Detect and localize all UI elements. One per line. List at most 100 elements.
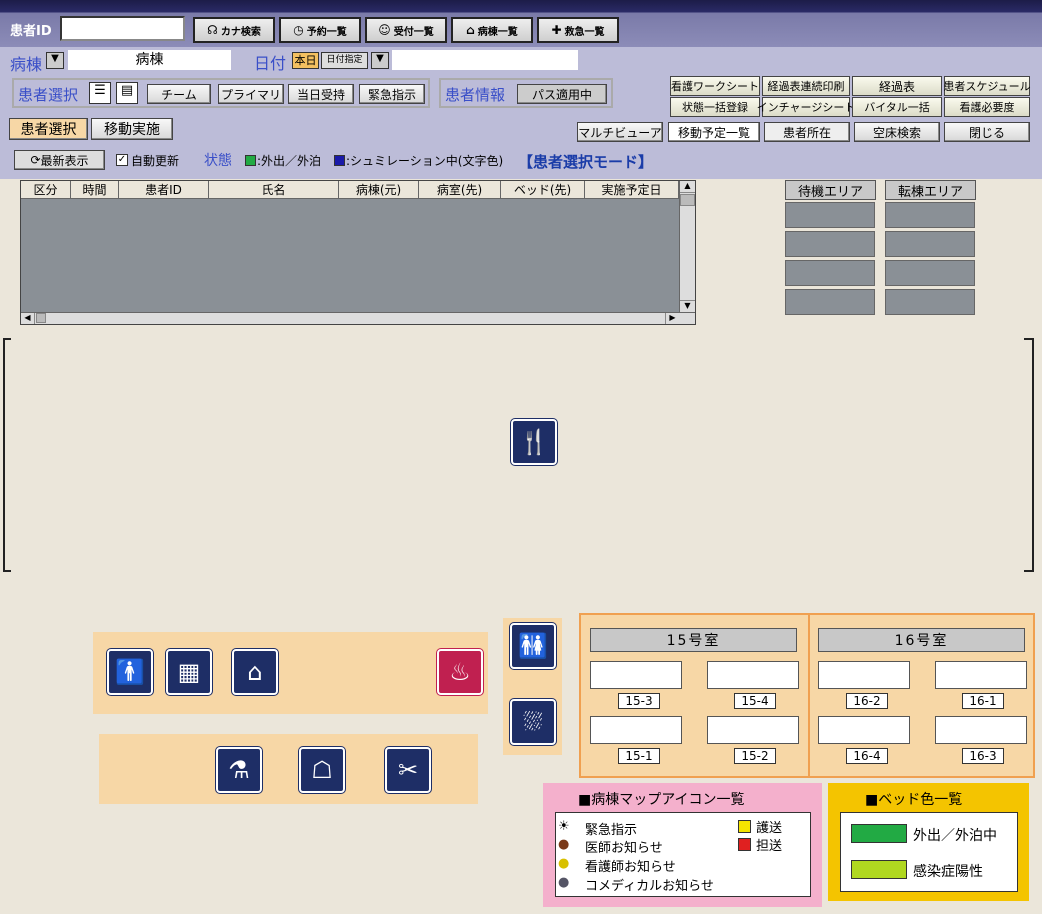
progress-print-button[interactable]: 経過表連続印刷 [762, 76, 850, 96]
scroll-right-icon[interactable]: ▶ [665, 313, 679, 324]
toilet-icon[interactable]: 🚻 [510, 623, 556, 669]
transfer-area-label: 転棟エリア [885, 180, 976, 200]
sim-legend-label: :シュミレーション中(文字色) [346, 154, 504, 168]
bath-icon[interactable]: ♨ [437, 649, 483, 695]
team-button[interactable]: チーム [147, 84, 211, 104]
waiting-slot[interactable] [785, 202, 875, 228]
bed-15-1[interactable] [590, 716, 682, 744]
ambulance-icon: ✚ [551, 23, 562, 37]
pharmacy-icon[interactable]: ⚗ [216, 747, 262, 793]
date-spec-button[interactable]: 日付指定 [321, 52, 368, 69]
bed-16-4[interactable] [818, 716, 910, 744]
reception-list-button[interactable]: ☺ 受付一覧 [365, 17, 447, 43]
reservation-list-button[interactable]: ◷ 予約一覧 [279, 17, 361, 43]
date-label: 日付 [254, 54, 287, 73]
nursing-worksheet-button[interactable]: 看護ワークシート [670, 76, 760, 96]
staff-station-icon[interactable]: ⌂ [232, 649, 278, 695]
vital-bulk-button[interactable]: バイタル一括 [852, 97, 942, 117]
bed-color-item: 感染症陽性 [913, 864, 983, 880]
scroll-up-icon[interactable]: ▲ [680, 181, 695, 193]
path-applied-button[interactable]: パス適用中 [517, 84, 607, 104]
bed-15-3[interactable] [590, 661, 682, 689]
patient-id-input[interactable] [60, 16, 185, 41]
shower-icon[interactable]: ⛆ [510, 699, 556, 745]
mode-move-button[interactable]: 移動実施 [91, 118, 173, 140]
scroll-thumb[interactable] [680, 194, 695, 206]
column-header[interactable]: 病棟(元) [339, 181, 419, 199]
status-bulk-button[interactable]: 状態一括登録 [670, 97, 760, 117]
incharge-sheet-button[interactable]: インチャージシート [757, 97, 855, 117]
ward-dropdown-icon[interactable]: ▼ [46, 52, 64, 69]
list-view-icon[interactable]: ☰ [89, 82, 111, 104]
scroll-left-icon[interactable]: ◀ [21, 313, 35, 324]
bed-16-2[interactable] [818, 661, 910, 689]
column-header[interactable]: ベッド(先) [501, 181, 585, 199]
bed-16-3[interactable] [935, 716, 1027, 744]
auto-update-checkbox[interactable]: ✓ [116, 154, 128, 166]
move-list-table: 区分 時間 患者ID 氏名 病棟(元) 病室(先) ベッド(先) 実施予定日 ▲… [20, 180, 696, 325]
emergency-list-button[interactable]: ✚ 救急一覧 [537, 17, 619, 43]
date-input[interactable] [392, 50, 578, 70]
refresh-button[interactable]: ⟳ 最新表示 [14, 150, 105, 170]
ward-icon: ⌂ [466, 23, 475, 37]
column-header[interactable]: 病室(先) [419, 181, 501, 199]
column-header[interactable]: 区分 [21, 181, 71, 199]
bed-label: 16-4 [846, 748, 888, 764]
consultation-icon[interactable]: ☖ [299, 747, 345, 793]
horizontal-scrollbar[interactable]: ◀ ▶ [21, 312, 695, 324]
patient-select-label: 患者選択 [18, 86, 79, 104]
bed-label: 16-2 [846, 693, 888, 709]
vacant-bed-search-button[interactable]: 空床検索 [854, 122, 940, 142]
treatment-icon[interactable]: ✂ [385, 747, 431, 793]
mode-select-button[interactable]: 患者選択 [9, 118, 88, 140]
same-day-button[interactable]: 当日受持 [288, 84, 354, 104]
legend-item: 担送 [756, 839, 783, 854]
close-button[interactable]: 閉じる [944, 122, 1030, 142]
bed-16-1[interactable] [935, 661, 1027, 689]
transfer-slot[interactable] [885, 260, 975, 286]
column-header[interactable]: 氏名 [209, 181, 339, 199]
transfer-slot[interactable] [885, 289, 975, 315]
bed-label: 15-3 [618, 693, 660, 709]
transfer-slot[interactable] [885, 202, 975, 228]
documents-icon[interactable]: ▦ [166, 649, 212, 695]
waiting-slot[interactable] [785, 289, 875, 315]
multi-viewer-button[interactable]: マルチビューア [577, 122, 663, 142]
column-header[interactable]: 時間 [71, 181, 119, 199]
waiting-slot[interactable] [785, 231, 875, 257]
transfer-slot[interactable] [885, 231, 975, 257]
bed-15-2[interactable] [707, 716, 799, 744]
date-dropdown-icon[interactable]: ▼ [371, 52, 389, 69]
progress-chart-button[interactable]: 経過表 [852, 76, 942, 96]
sim-color-swatch [334, 155, 345, 166]
urgent-button[interactable]: 緊急指示 [359, 84, 425, 104]
patient-location-button[interactable]: 患者所在 [764, 122, 850, 142]
comedical-notice-icon: ● [558, 875, 570, 890]
out-color-swatch [245, 155, 256, 166]
ward-label: 病棟 [10, 55, 43, 74]
nursing-need-button[interactable]: 看護必要度 [944, 97, 1030, 117]
patient-schedule-button[interactable]: 患者スケジュール [943, 76, 1031, 96]
bed-label: 16-1 [962, 693, 1004, 709]
waiting-slot[interactable] [785, 260, 875, 286]
bed-15-4[interactable] [707, 661, 799, 689]
dining-room-icon[interactable]: 🍴 [511, 419, 557, 465]
today-button[interactable]: 本日 [292, 52, 319, 69]
map-area-right-bracket [1024, 338, 1034, 572]
column-header[interactable]: 実施予定日 [585, 181, 679, 199]
restroom-icon[interactable]: 🚹 [107, 649, 153, 695]
kana-search-button[interactable]: ☊ カナ検索 [193, 17, 275, 43]
column-header[interactable]: 患者ID [119, 181, 209, 199]
ward-select[interactable]: 病棟 [68, 50, 231, 70]
hscroll-thumb[interactable] [36, 313, 46, 323]
map-area-left-bracket [3, 338, 11, 572]
vertical-scrollbar[interactable]: ▲ ▼ [679, 181, 695, 312]
primary-button[interactable]: プライマリ [218, 84, 284, 104]
scroll-down-icon[interactable]: ▼ [680, 300, 695, 312]
ward-list-button[interactable]: ⌂ 病棟一覧 [451, 17, 533, 43]
infection-bed-swatch [851, 860, 907, 879]
detail-view-icon[interactable]: ▤ [116, 82, 138, 104]
legend-item: 看護師お知らせ [585, 860, 676, 875]
clock-icon: ◷ [293, 23, 304, 37]
move-schedule-button[interactable]: 移動予定一覧 [668, 122, 760, 142]
